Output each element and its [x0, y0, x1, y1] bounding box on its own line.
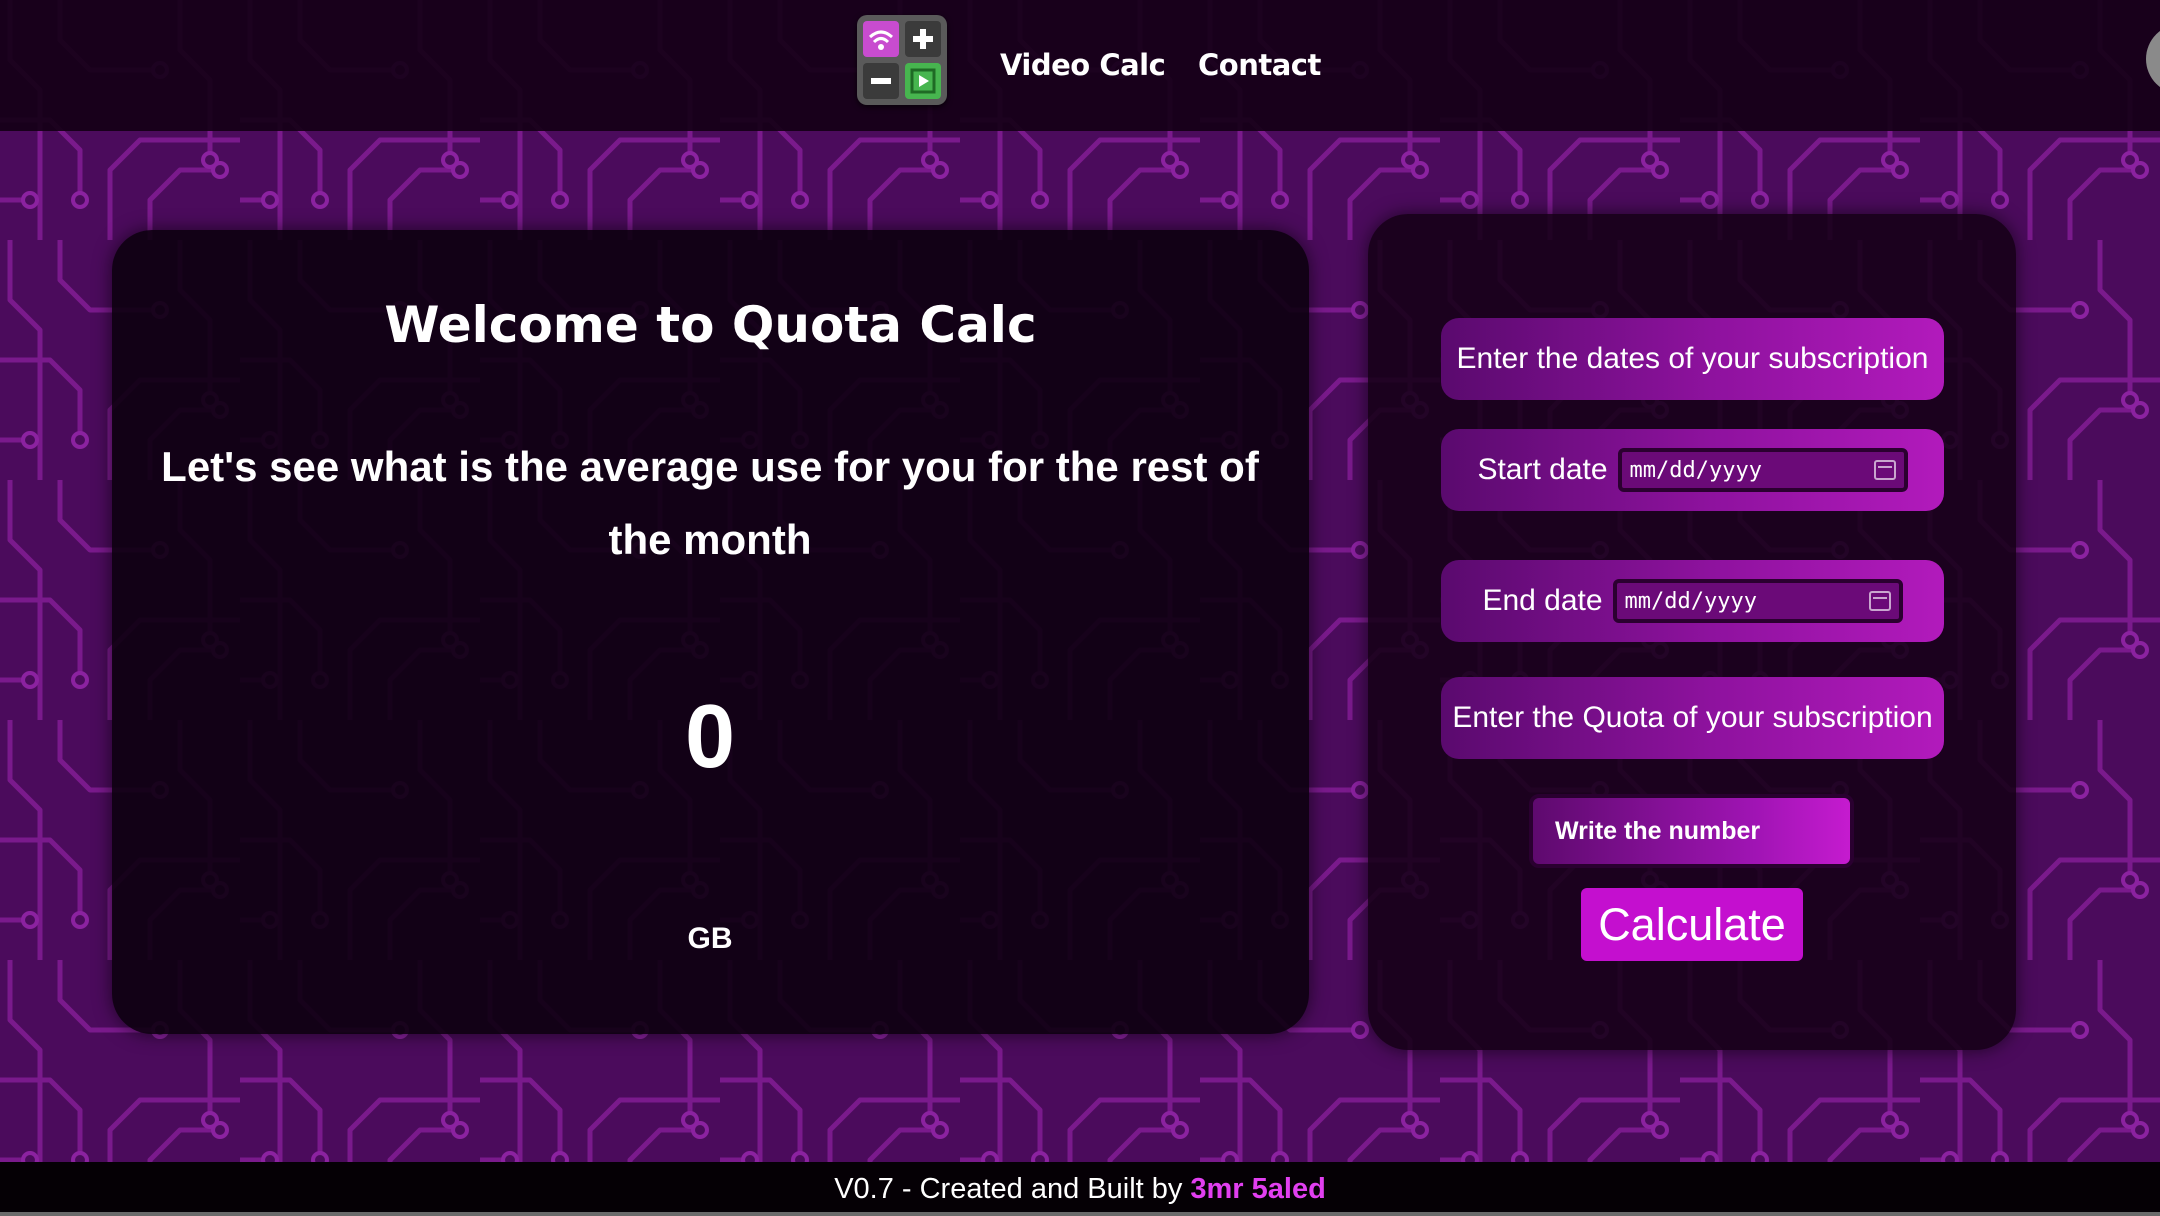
footer-text: V0.7 - Created and Built by [834, 1172, 1183, 1205]
start-date-label: Start date [1477, 453, 1608, 486]
end-date-input[interactable]: mm/dd/yyyy [1612, 579, 1903, 623]
nav-link-video-calc[interactable]: Video Calc [1000, 48, 1166, 82]
end-date-placeholder: mm/dd/yyyy [1624, 588, 1757, 614]
dates-prompt-label: Enter the dates of your subscription [1456, 342, 1929, 375]
start-date-row: Start date mm/dd/yyyy [1441, 429, 1944, 511]
calendar-icon[interactable] [1873, 460, 1896, 480]
calendar-icon[interactable] [1868, 591, 1891, 611]
end-date-row: End date mm/dd/yyyy [1441, 560, 1944, 642]
quota-number-input[interactable]: Write the number [1529, 794, 1854, 868]
nav-link-contact[interactable]: Contact [1198, 48, 1321, 82]
quota-input-placeholder: Write the number [1555, 816, 1761, 845]
start-date-input[interactable]: mm/dd/yyyy [1617, 448, 1908, 492]
result-value: 0 [684, 687, 736, 787]
quota-prompt-label: Enter the Quota of your subscription [1452, 701, 1933, 734]
start-date-placeholder: mm/dd/yyyy [1629, 457, 1762, 483]
top-navbar: Video Calc Contact [0, 0, 2160, 131]
bottom-divider [0, 1212, 2160, 1216]
end-date-label: End date [1482, 584, 1603, 617]
quota-prompt: Enter the Quota of your subscription [1441, 677, 1944, 759]
page-title: Welcome to Quota Calc [384, 296, 1037, 354]
page-subtitle: Let's see what is the average use for yo… [161, 443, 1259, 563]
footer-author-link[interactable]: 3mr 5aled [1190, 1173, 1325, 1206]
quota-calc-logo-icon[interactable] [857, 15, 947, 105]
calculate-button[interactable]: Calculate [1581, 888, 1803, 961]
result-unit: GB [687, 922, 733, 955]
footer: V0.7 - Created and Built by 3mr 5aled [0, 1162, 2160, 1216]
dates-prompt: Enter the dates of your subscription [1441, 318, 1944, 400]
